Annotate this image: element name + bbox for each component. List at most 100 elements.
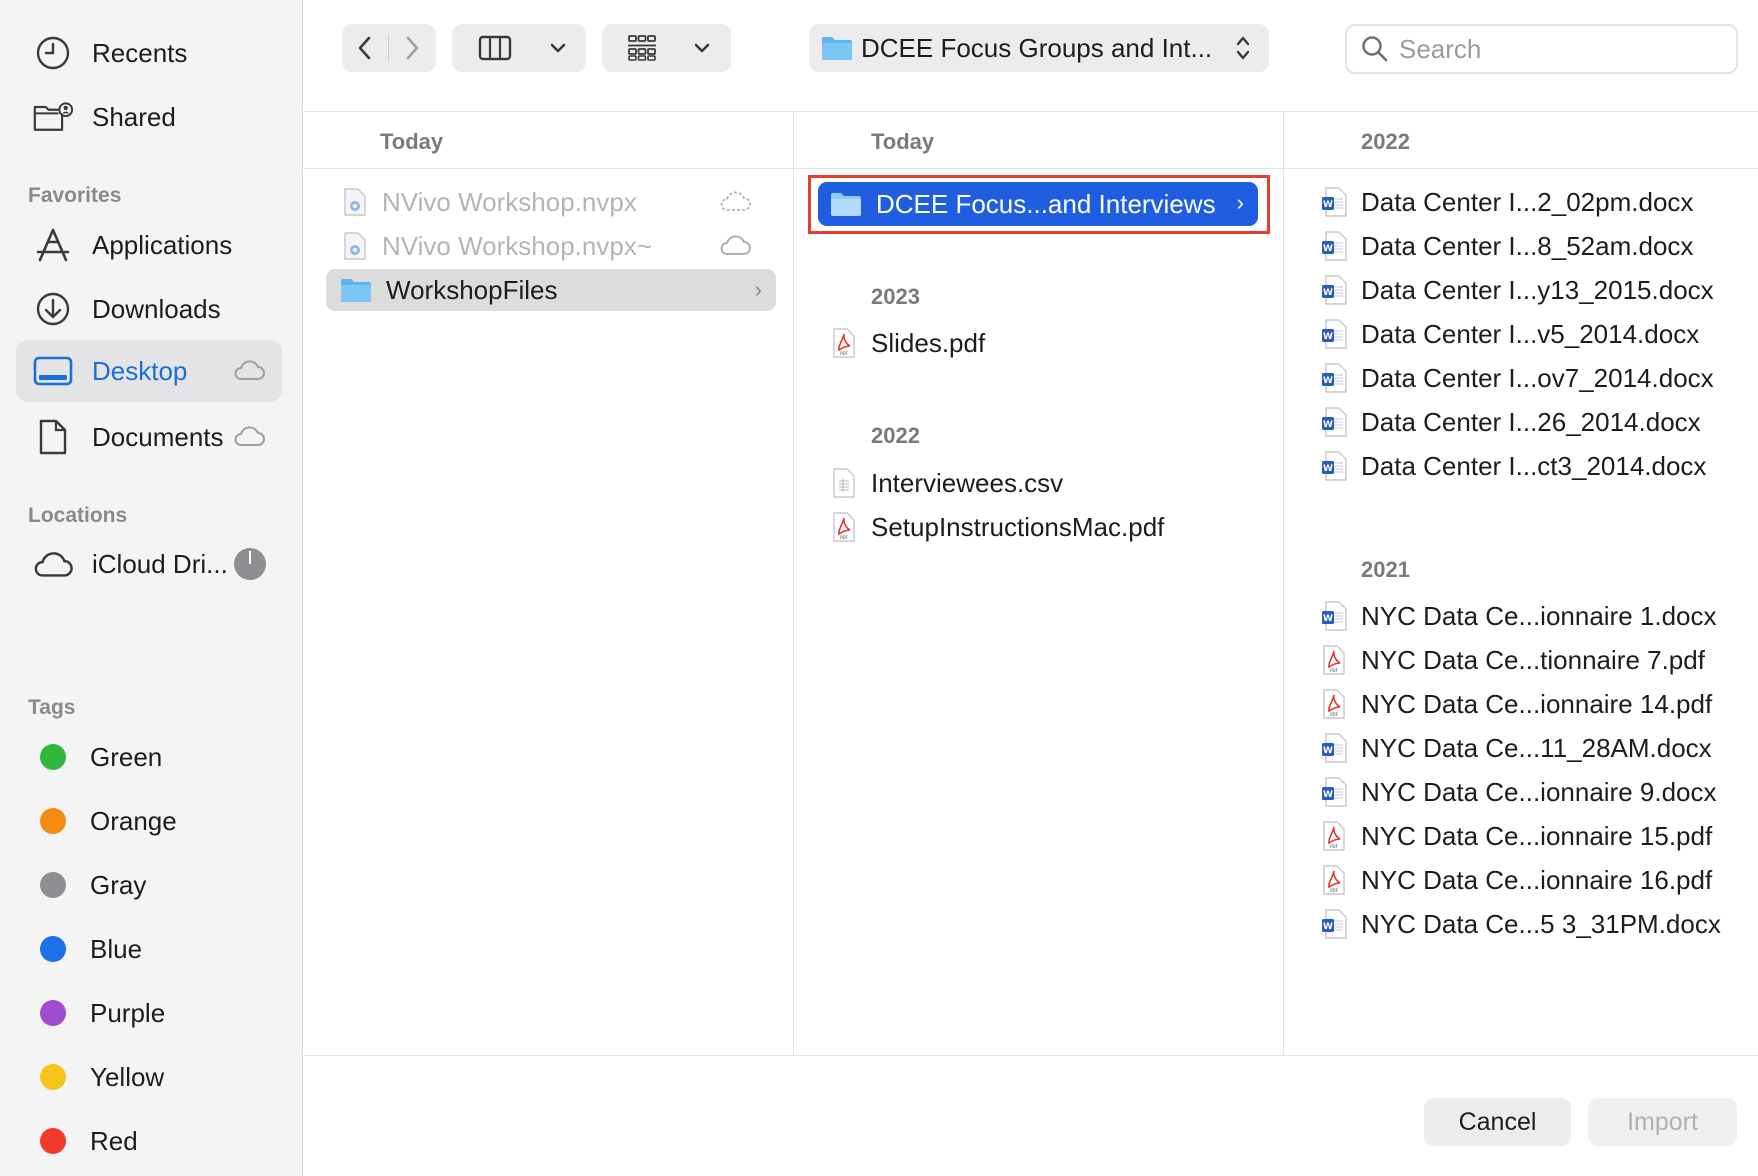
file-name: Data Center I...2_02pm.docx [1361,186,1694,217]
sidebar-item-applications[interactable]: Applications [16,214,282,276]
list-item[interactable]: NVivo Workshop.nvpx~ [336,225,776,267]
sidebar-item-icloud-drive[interactable]: iCloud Dri... [16,533,282,595]
group-by-group [602,24,731,72]
pdf-icon: PDF [1321,820,1347,852]
group-dropdown[interactable] [682,24,722,72]
tag-color-dot [40,1000,66,1026]
list-item[interactable]: PDF NYC Data Ce...ionnaire 16.pdf [1317,859,1747,901]
sidebar-item-shared[interactable]: Shared [16,86,282,148]
sidebar: Recents Shared Favorites Applications Do… [0,0,303,1176]
nvivo-file-icon [342,187,368,217]
tag-label: Gray [90,869,147,900]
svg-text:PDF: PDF [1330,888,1338,893]
chevron-right-icon [406,36,419,60]
group-header: 2022 [871,423,920,448]
list-item[interactable]: W NYC Data Ce...ionnaire 1.docx [1317,595,1747,637]
file-name: NYC Data Ce...ionnaire 9.docx [1361,776,1717,807]
file-name: NYC Data Ce...tionnaire 7.pdf [1361,644,1705,675]
chevron-left-icon [358,36,371,60]
list-item[interactable]: PDF Slides.pdf [827,322,1267,364]
file-name: Data Center I...v5_2014.docx [1361,318,1700,349]
list-item[interactable]: Interviewees.csv [827,462,1267,504]
file-name: NVivo Workshop.nvpx [382,186,637,217]
back-button[interactable] [342,24,388,72]
sidebar-tag-red[interactable]: Red [16,1110,282,1172]
sidebar-tag-gray[interactable]: Gray [16,854,282,916]
folder-icon [340,277,372,303]
word-icon: W [1321,186,1347,218]
list-item[interactable]: PDF NYC Data Ce...ionnaire 14.pdf [1317,683,1747,725]
column-header: Today [794,112,1283,169]
sidebar-item-desktop[interactable]: Desktop [16,340,282,402]
list-item[interactable]: PDF NYC Data Ce...ionnaire 15.pdf [1317,815,1747,857]
list-item[interactable]: W Data Center I...v5_2014.docx [1317,313,1747,355]
tag-color-dot [40,872,66,898]
word-icon: W [1321,450,1347,482]
word-icon: W [1321,600,1347,632]
forward-button[interactable] [389,24,435,72]
sidebar-tag-blue[interactable]: Blue [16,918,282,980]
tag-color-dot [40,744,66,770]
tag-label: Red [90,1125,138,1156]
group-header: 2021 [1361,557,1410,582]
word-icon: W [1321,274,1347,306]
location-label: DCEE Focus Groups and Int... [861,32,1213,63]
view-mode-dropdown[interactable] [538,24,578,72]
tag-label: Purple [90,997,166,1028]
svg-text:W: W [1323,922,1333,932]
sidebar-item-recents[interactable]: Recents [16,22,282,84]
svg-text:W: W [1323,332,1333,342]
sidebar-tag-purple[interactable]: Purple [16,982,282,1044]
sidebar-item-label: iCloud Dri... [92,548,228,579]
cloud-icon [33,544,73,584]
list-item[interactable]: W Data Center I...y13_2015.docx [1317,269,1747,311]
clock-icon [33,33,73,73]
sidebar-item-label: Shared [92,101,176,132]
locations-header: Locations [28,504,128,527]
desktop-icon [33,351,73,391]
list-item[interactable]: W Data Center I...2_02pm.docx [1317,181,1747,223]
list-item[interactable]: W Data Center I...ct3_2014.docx [1317,445,1747,487]
column-view-button[interactable] [452,24,538,72]
svg-text:W: W [1323,376,1333,386]
cloud-icon [718,235,752,262]
sidebar-item-downloads[interactable]: Downloads [16,278,282,340]
shared-folder-icon [33,97,73,137]
list-item[interactable]: W NYC Data Ce...11_28AM.docx [1317,727,1747,769]
sidebar-tag-green[interactable]: Green [16,726,282,788]
search-field[interactable]: Search [1345,24,1738,74]
svg-text:PDF: PDF [840,535,848,540]
import-button[interactable]: Import [1588,1098,1737,1146]
sidebar-item-documents[interactable]: Documents [16,406,282,468]
group-button[interactable] [602,24,682,72]
word-icon: W [1321,230,1347,262]
search-input[interactable]: Search [1399,34,1481,65]
list-item-workshopfiles[interactable]: WorkshopFiles › [326,269,776,311]
browser-column-1: Today NVivo Workshop.nvpx NVivo Workshop… [303,112,794,1055]
chevron-down-icon [694,43,710,53]
list-item[interactable]: PDF SetupInstructionsMac.pdf [827,506,1267,548]
word-icon: W [1321,908,1347,940]
file-name: NYC Data Ce...ionnaire 14.pdf [1361,688,1713,719]
svg-text:PDF: PDF [1330,712,1338,717]
list-item[interactable]: W NYC Data Ce...5 3_31PM.docx [1317,903,1747,945]
chevron-right-icon: › [754,277,762,302]
sidebar-tag-yellow[interactable]: Yellow [16,1046,282,1108]
cloud-icon [232,358,266,387]
list-item[interactable]: W Data Center I...26_2014.docx [1317,401,1747,443]
list-item[interactable]: W NYC Data Ce...ionnaire 9.docx [1317,771,1747,813]
file-name: Data Center I...ct3_2014.docx [1361,450,1707,481]
sidebar-item-label: Recents [92,37,188,68]
word-icon: W [1321,406,1347,438]
cancel-button[interactable]: Cancel [1424,1098,1571,1146]
list-item[interactable]: W Data Center I...8_52am.docx [1317,225,1747,267]
location-popup-button[interactable]: DCEE Focus Groups and Int... [809,24,1269,72]
list-item[interactable]: PDF NYC Data Ce...tionnaire 7.pdf [1317,639,1747,681]
favorites-header: Favorites [28,184,122,207]
list-item[interactable]: NVivo Workshop.nvpx [336,181,776,223]
word-icon: W [1321,732,1347,764]
sidebar-tag-orange[interactable]: Orange [16,790,282,852]
list-item[interactable]: W Data Center I...ov7_2014.docx [1317,357,1747,399]
svg-text:PDF: PDF [1330,844,1338,849]
svg-text:W: W [1323,420,1333,430]
